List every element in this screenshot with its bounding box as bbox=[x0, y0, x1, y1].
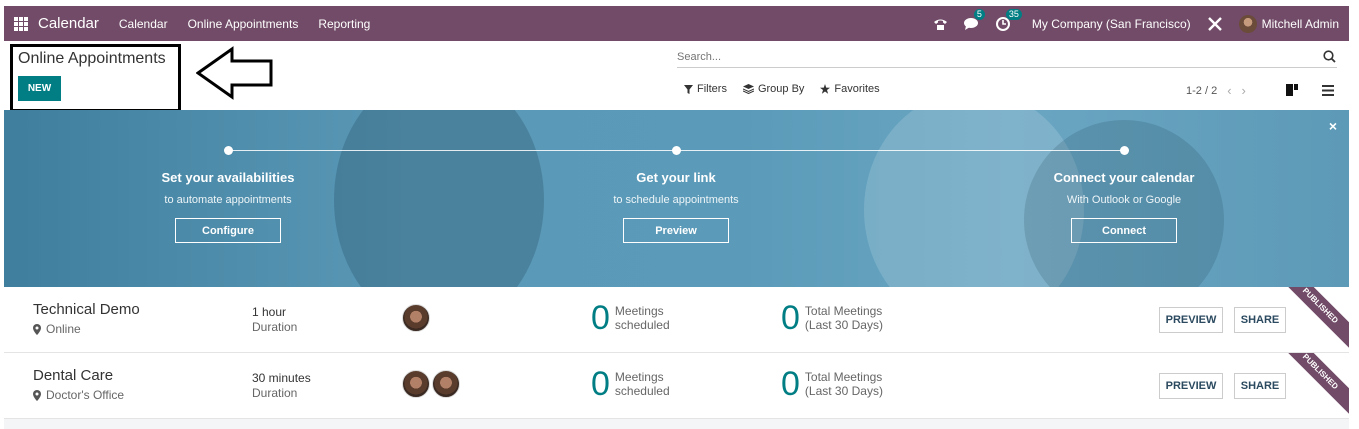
pager-previous-icon[interactable]: ‹ bbox=[1227, 83, 1231, 98]
meetings-label: Meetings scheduled bbox=[614, 304, 670, 332]
view-switcher bbox=[1280, 79, 1340, 101]
tools-icon[interactable] bbox=[1207, 16, 1223, 32]
step-dot bbox=[672, 146, 681, 155]
star-icon bbox=[820, 84, 831, 94]
step-subtitle: to schedule appointments bbox=[613, 194, 739, 206]
step-subtitle: With Outlook or Google bbox=[1066, 194, 1182, 206]
search-options: Filters Group By Favorites bbox=[684, 83, 880, 95]
banner-background-shape bbox=[334, 110, 544, 287]
phone-icon[interactable] bbox=[933, 17, 948, 31]
messages-icon[interactable]: 5 bbox=[963, 8, 985, 31]
step-dot bbox=[224, 146, 233, 155]
meetings-scheduled-stat[interactable]: 0 Meetings scheduled bbox=[591, 301, 670, 335]
appointment-card[interactable]: Dental Care Doctor's Office 30 minutes D… bbox=[4, 353, 1349, 419]
group-by-dropdown[interactable]: Group By bbox=[742, 83, 805, 95]
duration: 1 hour Duration bbox=[252, 305, 297, 335]
preview-button[interactable]: PREVIEW bbox=[1159, 373, 1223, 399]
filters-dropdown[interactable]: Filters bbox=[684, 83, 727, 95]
pager: 1-2 / 2 ‹ › bbox=[1186, 83, 1246, 98]
map-marker-icon bbox=[33, 323, 41, 335]
avatar bbox=[402, 304, 430, 332]
appointment-name[interactable]: Dental Care bbox=[33, 367, 113, 384]
appointment-name[interactable]: Technical Demo bbox=[33, 301, 140, 318]
search-icon[interactable] bbox=[1323, 49, 1337, 64]
annotation-highlight-box bbox=[10, 44, 181, 112]
meetings-count: 0 bbox=[591, 299, 610, 337]
total-meetings-stat[interactable]: 0 Total Meetings (Last 30 Days) bbox=[781, 301, 883, 335]
duration-label: Duration bbox=[252, 386, 298, 400]
total-meetings-count: 0 bbox=[781, 365, 800, 403]
total-meetings-count: 0 bbox=[781, 299, 800, 337]
onboarding-banner: × Set your availabilities to automate ap… bbox=[4, 110, 1349, 287]
total-meetings-stat[interactable]: 0 Total Meetings (Last 30 Days) bbox=[781, 367, 883, 401]
connect-button[interactable]: Connect bbox=[1071, 218, 1177, 243]
step-title: Get your link bbox=[636, 170, 716, 185]
total-meetings-label: Total Meetings (Last 30 Days) bbox=[804, 370, 883, 398]
filters-label: Filters bbox=[697, 83, 727, 95]
search-input[interactable] bbox=[677, 50, 1324, 63]
top-navbar: Calendar Calendar Online Appointments Re… bbox=[4, 6, 1349, 41]
staff-avatars bbox=[402, 304, 430, 332]
duration-value: 1 hour bbox=[252, 305, 287, 319]
location-text: Doctor's Office bbox=[46, 388, 125, 402]
duration: 30 minutes Duration bbox=[252, 371, 311, 401]
appointment-location: Online bbox=[33, 322, 81, 336]
apps-menu-icon[interactable] bbox=[14, 16, 28, 31]
app-brand[interactable]: Calendar bbox=[38, 15, 99, 32]
appointment-location: Doctor's Office bbox=[33, 388, 124, 402]
location-text: Online bbox=[46, 322, 81, 336]
step-subtitle: to automate appointments bbox=[164, 194, 292, 206]
preview-link-button[interactable]: Preview bbox=[623, 218, 729, 243]
favorites-label: Favorites bbox=[834, 83, 880, 95]
company-switcher[interactable]: My Company (San Francisco) bbox=[1032, 17, 1191, 31]
filter-icon bbox=[684, 84, 693, 94]
close-icon[interactable]: × bbox=[1329, 118, 1337, 134]
step-title: Connect your calendar bbox=[1053, 170, 1195, 185]
page: Calendar Calendar Online Appointments Re… bbox=[0, 0, 1359, 429]
duration-value: 30 minutes bbox=[252, 371, 311, 385]
meetings-label: Meetings scheduled bbox=[614, 370, 670, 398]
layers-icon bbox=[742, 84, 754, 94]
avatar bbox=[432, 370, 460, 398]
configure-button[interactable]: Configure bbox=[175, 218, 281, 243]
meetings-count: 0 bbox=[591, 365, 610, 403]
share-button[interactable]: SHARE bbox=[1234, 373, 1286, 399]
staff-avatars bbox=[402, 370, 460, 398]
step-get-link: Get your link to schedule appointments P… bbox=[556, 170, 796, 243]
group-by-label: Group By bbox=[757, 83, 805, 95]
annotation-arrow-icon bbox=[195, 46, 274, 105]
duration-label: Duration bbox=[252, 320, 298, 334]
map-marker-icon bbox=[33, 389, 41, 401]
total-meetings-label: Total Meetings (Last 30 Days) bbox=[804, 304, 883, 332]
activities-icon[interactable]: 35 bbox=[995, 8, 1022, 31]
appointment-card[interactable]: Technical Demo Online 1 hour Duration 0 … bbox=[4, 287, 1349, 353]
list-view-icon[interactable] bbox=[1316, 79, 1340, 101]
user-name[interactable]: Mitchell Admin bbox=[1262, 17, 1339, 31]
search-bar bbox=[677, 46, 1337, 68]
pager-value[interactable]: 1-2 / 2 bbox=[1186, 85, 1217, 97]
share-button[interactable]: SHARE bbox=[1234, 307, 1286, 333]
step-availabilities: Set your availabilities to automate appo… bbox=[108, 170, 348, 243]
activities-badge: 35 bbox=[1005, 8, 1022, 20]
menu-calendar[interactable]: Calendar bbox=[119, 17, 168, 31]
kanban-view-icon[interactable] bbox=[1280, 79, 1304, 101]
user-avatar[interactable] bbox=[1238, 14, 1257, 33]
messages-badge: 5 bbox=[973, 8, 985, 20]
favorites-dropdown[interactable]: Favorites bbox=[820, 83, 880, 95]
meetings-scheduled-stat[interactable]: 0 Meetings scheduled bbox=[591, 367, 670, 401]
menu-online-appointments[interactable]: Online Appointments bbox=[188, 17, 299, 31]
pager-next-icon[interactable]: › bbox=[1242, 83, 1246, 98]
kanban-footer bbox=[4, 419, 1349, 429]
menu-reporting[interactable]: Reporting bbox=[318, 17, 370, 31]
step-dot bbox=[1120, 146, 1129, 155]
avatar bbox=[402, 370, 430, 398]
preview-button[interactable]: PREVIEW bbox=[1159, 307, 1223, 333]
step-title: Set your availabilities bbox=[161, 170, 295, 185]
step-connect-calendar: Connect your calendar With Outlook or Go… bbox=[1004, 170, 1244, 243]
